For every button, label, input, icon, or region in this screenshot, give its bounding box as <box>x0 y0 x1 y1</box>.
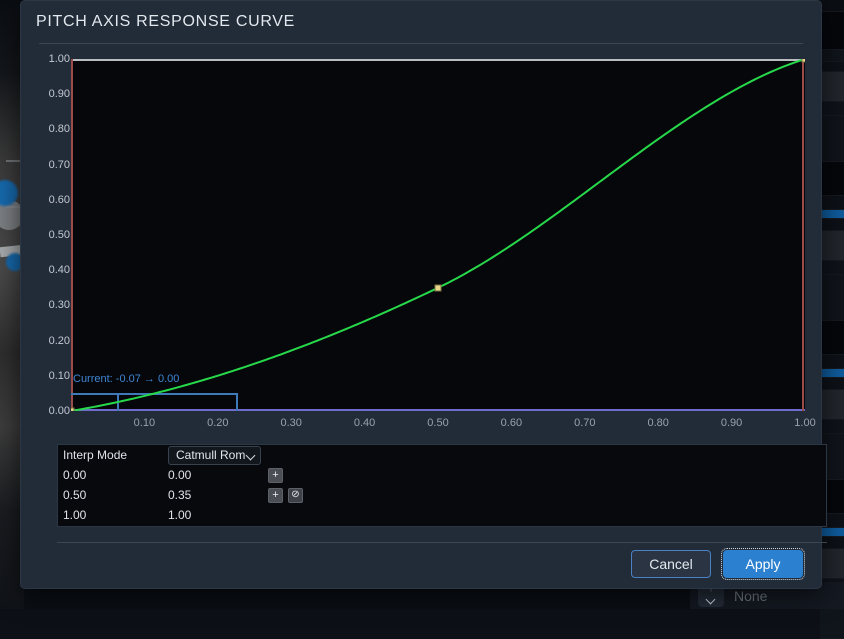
interp-mode-label: Interp Mode <box>63 448 168 462</box>
point-x-value[interactable]: 1.00 <box>63 508 168 522</box>
control-points-table[interactable]: Interp Mode Catmull Rom 0.000.00+0.500.3… <box>57 444 827 527</box>
x-axis-tick-label: 0.20 <box>207 417 228 429</box>
background-list-row <box>820 355 844 369</box>
footer-divider <box>57 542 827 543</box>
points-rows: 0.000.00+0.500.35+⊘1.001.00 <box>58 465 826 525</box>
x-axis: 0.100.200.300.400.500.600.700.800.901.00 <box>71 411 805 437</box>
row-actions: +⊘ <box>268 488 303 503</box>
x-axis-tick-label: 0.30 <box>280 417 301 429</box>
dialog-footer: Cancel Apply <box>631 550 803 578</box>
control-point-handle[interactable] <box>435 284 442 291</box>
x-axis-tick-label: 1.00 <box>794 417 815 429</box>
background-list-row <box>820 378 844 390</box>
title-divider <box>39 43 803 44</box>
page-title: PITCH AXIS RESPONSE CURVE <box>21 1 821 31</box>
y-axis-tick-label: 0.70 <box>49 159 70 171</box>
x-axis-tick-label: 0.70 <box>574 417 595 429</box>
background-list-row <box>820 275 844 321</box>
background-list-row <box>820 12 844 50</box>
x-axis-tick-label: 0.80 <box>647 417 668 429</box>
background-list-row <box>820 321 844 355</box>
background-list-row <box>820 390 844 420</box>
background-list-row <box>820 210 844 219</box>
y-axis-tick-label: 1.00 <box>49 53 70 65</box>
y-axis-tick-label: 0.40 <box>49 264 70 276</box>
y-axis-tick-label: 0.90 <box>49 88 70 100</box>
x-axis-tick-label: 0.50 <box>427 417 448 429</box>
table-row[interactable]: 0.000.00+ <box>58 465 826 485</box>
cancel-button[interactable]: Cancel <box>631 550 711 578</box>
row-actions: + <box>268 468 283 483</box>
background-list-row <box>820 549 844 579</box>
current-value-readout: Current: -0.07 → 0.00 <box>73 373 179 385</box>
x-axis-tick-label: 0.60 <box>501 417 522 429</box>
point-y-value[interactable]: 0.35 <box>168 488 268 502</box>
background-list-row <box>820 116 844 162</box>
point-y-value[interactable]: 1.00 <box>168 508 268 522</box>
background-status-label: None <box>734 588 767 604</box>
point-x-value[interactable]: 0.00 <box>63 468 168 482</box>
y-axis-tick-label: 0.00 <box>49 405 70 417</box>
y-axis: 1.000.900.800.700.600.500.400.300.200.10… <box>39 59 71 411</box>
remove-point-icon[interactable]: ⊘ <box>288 488 303 503</box>
curve-path <box>71 59 805 411</box>
point-y-value[interactable]: 0.00 <box>168 468 268 482</box>
y-axis-tick-label: 0.20 <box>49 335 70 347</box>
response-curve-plot[interactable]: 1.000.900.800.700.600.500.400.300.200.10… <box>39 59 805 437</box>
background-list-row <box>820 369 844 378</box>
add-point-icon[interactable]: + <box>268 488 283 503</box>
plot-canvas[interactable]: Current: -0.07 → 0.00 <box>71 59 805 411</box>
table-row[interactable]: 0.500.35+⊘ <box>58 485 826 505</box>
background-list-row <box>820 196 844 210</box>
background-list-row <box>820 0 844 12</box>
y-axis-tick-label: 0.30 <box>49 299 70 311</box>
apply-button[interactable]: Apply <box>723 550 803 578</box>
x-axis-tick-label: 0.90 <box>721 417 742 429</box>
background-list-row <box>820 162 844 196</box>
curve-editor-dialog: PITCH AXIS RESPONSE CURVE 1.00 0.90 0.80 0.… <box>20 0 822 589</box>
background-list-row <box>820 420 844 434</box>
x-axis-tick-label: 0.10 <box>134 417 155 429</box>
background-list-row <box>820 537 844 549</box>
y-axis-tick-label: 0.60 <box>49 194 70 206</box>
table-row[interactable]: 1.001.00 <box>58 505 826 525</box>
interp-mode-value: Catmull Rom <box>176 448 245 462</box>
background-list-row <box>820 231 844 261</box>
background-list-row <box>820 261 844 275</box>
point-x-value[interactable]: 0.50 <box>63 488 168 502</box>
chevron-down-icon <box>247 451 256 460</box>
x-axis-tick-label: 0.40 <box>354 417 375 429</box>
interp-mode-select[interactable]: Catmull Rom <box>168 446 261 465</box>
background-list-row <box>820 62 844 72</box>
background-list-row <box>820 102 844 116</box>
background-list-row <box>820 72 844 102</box>
y-axis-tick-label: 0.10 <box>49 370 70 382</box>
background-list-row <box>820 219 844 231</box>
control-point-handle[interactable] <box>802 59 806 63</box>
y-axis-tick-label: 0.50 <box>49 229 70 241</box>
background-list-row <box>820 528 844 537</box>
y-axis-tick-label: 0.80 <box>49 123 70 135</box>
interp-mode-row: Interp Mode Catmull Rom <box>58 445 826 465</box>
background-list-row <box>820 50 844 62</box>
chevron-down-icon <box>707 595 716 604</box>
add-point-icon[interactable]: + <box>268 468 283 483</box>
